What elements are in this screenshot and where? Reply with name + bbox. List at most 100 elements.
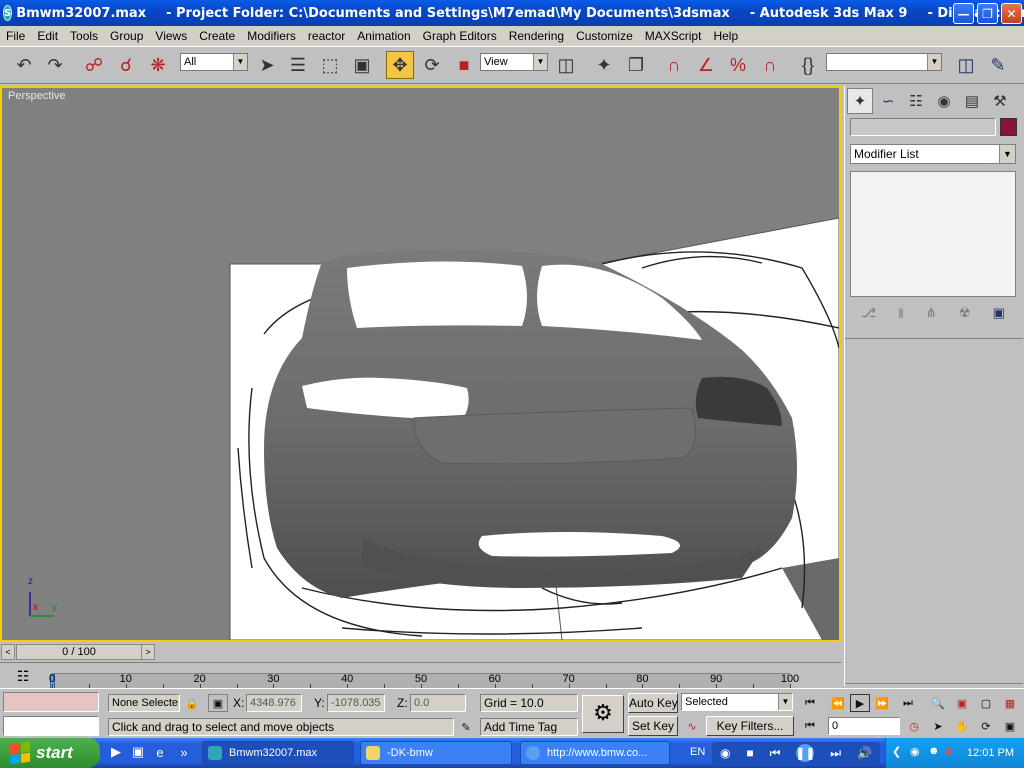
menu-maxscript[interactable]: MAXScript (639, 29, 708, 43)
menu-modifiers[interactable]: Modifiers (241, 29, 302, 43)
select-and-rotate-button[interactable]: ⟳ (418, 51, 446, 79)
rectangular-selection-region-button[interactable]: ⬚ (316, 51, 344, 79)
auto-key-button[interactable]: Auto Key (628, 693, 678, 713)
absolute-mode-transform-icon[interactable]: ▣ (208, 694, 228, 712)
zoom-extents-icon[interactable]: ▢ (976, 694, 996, 712)
reference-coordinate-dropdown[interactable]: View ▼ (480, 53, 548, 71)
select-and-manipulate-button[interactable]: ✦ (590, 51, 618, 79)
menu-tools[interactable]: Tools (64, 29, 104, 43)
set-key-mode-button[interactable]: Set Key (628, 716, 678, 736)
modify-tab[interactable]: ∽ (875, 88, 901, 114)
3dsmax-app-icon[interactable]: S (3, 5, 13, 21)
menu-animation[interactable]: Animation (351, 29, 416, 43)
go-to-start-icon[interactable]: ⏮ (800, 694, 820, 712)
time-slider-prev-button[interactable]: < (1, 644, 15, 660)
menu-create[interactable]: Create (193, 29, 241, 43)
messenger-icon[interactable]: ☻ (928, 745, 940, 757)
taskbar-item-folder[interactable]: -DK-bmw (360, 741, 512, 765)
time-slider[interactable]: 0 / 100 < > (0, 643, 841, 661)
time-configuration-icon[interactable]: ◷ (904, 717, 924, 735)
select-and-move-button[interactable]: ✥ (386, 51, 414, 79)
y-coordinate-field[interactable]: -1078.035 (327, 694, 385, 712)
menu-rendering[interactable]: Rendering (503, 29, 570, 43)
use-pivot-center-button[interactable]: ◫ (552, 51, 580, 79)
add-time-tag-button[interactable]: Add Time Tag (480, 718, 578, 736)
close-button[interactable]: ✕ (1001, 3, 1022, 24)
select-by-name-button[interactable]: ☰ (284, 51, 312, 79)
stop-icon[interactable]: ■ (746, 746, 753, 760)
default-in-out-tangents-icon[interactable]: ∿ (682, 717, 702, 735)
track-ruler[interactable]: 0 10 20 30 40 50 60 70 80 90 100 (49, 673, 799, 689)
network-icon[interactable]: ◉ (910, 745, 920, 758)
key-selection-set-dropdown[interactable]: Selected ▼ (681, 693, 793, 711)
zoom-extents-all-icon[interactable]: ▦ (1000, 694, 1020, 712)
key-filters-button[interactable]: Key Filters... (706, 716, 794, 736)
current-frame-field[interactable]: 0 (828, 717, 900, 735)
title-bar[interactable]: S Bmwm32007.max - Project Folder: C:\Doc… (0, 0, 1024, 26)
modifier-stack[interactable] (850, 171, 1016, 297)
lock-selection-icon[interactable]: 🔒 (182, 694, 202, 712)
modifier-list-dropdown[interactable]: Modifier List ▼ (850, 144, 1016, 164)
menu-reactor[interactable]: reactor (302, 29, 351, 43)
mirror-button[interactable]: ◫ (952, 51, 980, 79)
ie-quicklaunch-icon[interactable]: e (152, 744, 168, 760)
select-and-link-button[interactable]: ☍ (80, 51, 108, 79)
menu-views[interactable]: Views (149, 29, 193, 43)
perspective-viewport[interactable]: Perspective z x y (0, 86, 841, 642)
arc-rotate-icon[interactable]: ⟳ (976, 717, 996, 735)
previous-frame-icon[interactable]: ⏪ (828, 694, 848, 712)
unlink-selection-button[interactable]: ☌ (112, 51, 140, 79)
display-tab[interactable]: ▤ (959, 88, 985, 114)
select-and-scale-button[interactable]: ■ (450, 51, 478, 79)
key-mode-toggle-icon[interactable]: ⏮ (800, 717, 820, 735)
utilities-tab[interactable]: ⚒ (987, 88, 1013, 114)
percent-snap-toggle-button[interactable]: % (724, 51, 752, 79)
redo-button[interactable]: ↷ (41, 51, 69, 79)
menu-customize[interactable]: Customize (570, 29, 639, 43)
zoom-icon[interactable]: 🔍 (928, 694, 948, 712)
select-object-button[interactable]: ➤ (253, 51, 281, 79)
configure-modifier-sets-icon[interactable]: ▣ (993, 305, 1005, 321)
media-player-quicklaunch-icon[interactable]: ▶ (108, 744, 124, 760)
align-button[interactable]: ✎ (984, 51, 1012, 79)
time-slider-next-button[interactable]: > (141, 644, 155, 660)
clock[interactable]: 12:01 PM (967, 747, 1014, 759)
start-button[interactable]: start (0, 738, 100, 768)
make-unique-icon[interactable]: ⋔ (926, 305, 937, 321)
time-slider-thumb[interactable]: 0 / 100 (16, 644, 142, 660)
set-key-button[interactable]: ⚙ (582, 695, 624, 733)
edit-named-selection-button[interactable]: {} (794, 51, 822, 79)
minimize-button[interactable]: — (953, 3, 974, 24)
spinner-snap-toggle-button[interactable]: ∩ (756, 51, 784, 79)
volume-icon[interactable]: 🔊 (857, 746, 872, 760)
pan-hand-icon[interactable]: ✋ (952, 717, 972, 735)
taskbar-item-3dsmax[interactable]: Bmwm32007.max (202, 741, 354, 765)
create-tab[interactable]: ✦ (847, 88, 873, 114)
hierarchy-tab[interactable]: ☷ (903, 88, 929, 114)
x-coordinate-field[interactable]: 4348.976 (246, 694, 302, 712)
previous-track-icon[interactable]: ⏮ (770, 746, 781, 761)
play-animation-icon[interactable]: ▶ (850, 694, 870, 712)
snaps-toggle-button[interactable]: ∩ (660, 51, 688, 79)
angle-snap-toggle-button[interactable]: ∠ (692, 51, 720, 79)
maximize-viewport-icon[interactable]: ▣ (1000, 717, 1020, 735)
pause-icon[interactable]: ❚❚ (795, 744, 815, 762)
security-alert-icon[interactable]: ✘ (944, 745, 953, 758)
motion-tab[interactable]: ◉ (931, 88, 957, 114)
menu-graph-editors[interactable]: Graph Editors (417, 29, 503, 43)
z-coordinate-field[interactable]: 0.0 (410, 694, 466, 712)
remove-modifier-icon[interactable]: ☢ (959, 305, 971, 321)
named-selection-dropdown[interactable]: ▼ (826, 53, 942, 71)
menu-help[interactable]: Help (707, 29, 744, 43)
object-color-swatch[interactable] (1000, 118, 1017, 136)
next-track-icon[interactable]: ⏭ (830, 746, 841, 761)
selection-filter-dropdown[interactable]: All ▼ (180, 53, 248, 71)
taskbar-item-browser[interactable]: http://www.bmw.co... (520, 741, 670, 765)
maxscript-mini-input[interactable] (3, 716, 99, 736)
field-of-view-icon[interactable]: ➤ (928, 717, 948, 735)
bind-space-warp-button[interactable]: ❋ (144, 51, 172, 79)
keyboard-shortcut-override-button[interactable]: ❐ (622, 51, 650, 79)
pin-stack-icon[interactable]: ⎇ (861, 305, 876, 321)
language-indicator[interactable]: EN (690, 746, 705, 758)
media-logo-icon[interactable]: ◉ (720, 746, 730, 760)
